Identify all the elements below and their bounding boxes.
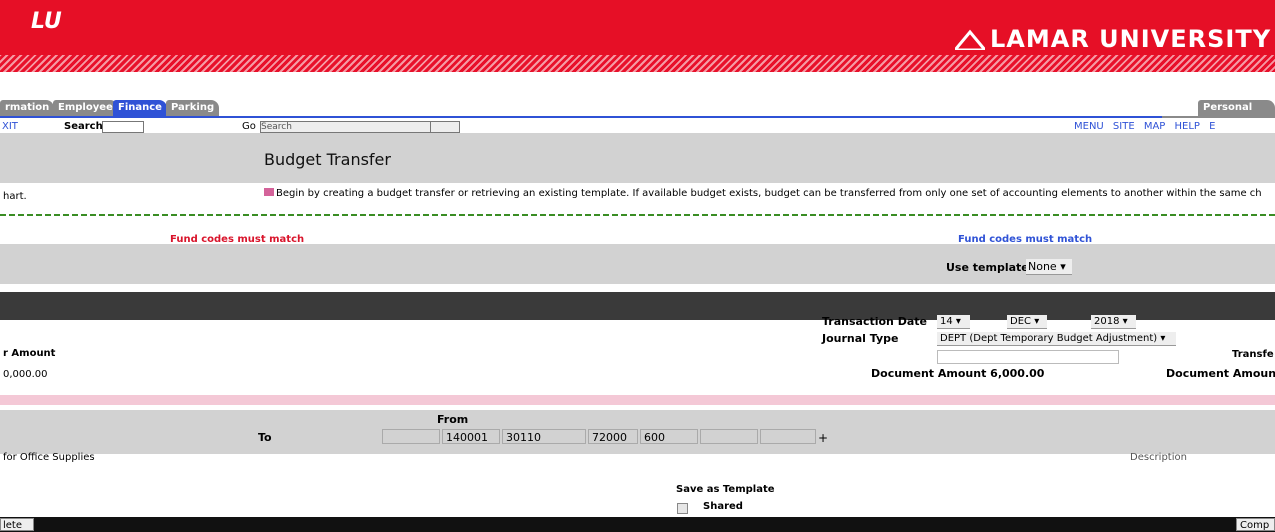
bottom-action-bar	[0, 517, 1275, 532]
use-template-value: None	[1028, 260, 1057, 273]
shared-checkbox[interactable]	[677, 503, 688, 514]
top-nav-links[interactable]: MENU SITE MAP HELP E	[1074, 121, 1215, 132]
amount-value: 0,000.00	[3, 369, 48, 380]
intro-text: Begin by creating a budget transfer or r…	[276, 188, 1262, 199]
go-label: Go	[242, 121, 256, 132]
to-actv-field[interactable]	[700, 429, 758, 444]
brand-name: LAMAR UNIVERSITY	[990, 25, 1272, 53]
chevron-down-icon: ▾	[1031, 316, 1040, 327]
transfer-amount-label: r Amount	[3, 348, 56, 359]
journal-type-label: Journal Type	[822, 332, 899, 345]
section-divider	[0, 292, 1275, 320]
use-template-select[interactable]: None ▾	[1026, 259, 1072, 275]
shared-label: Shared	[703, 501, 743, 512]
year-select[interactable]: 2018 ▾	[1091, 315, 1136, 329]
from-label: From	[437, 413, 469, 426]
tab-employee[interactable]: Employee	[53, 100, 118, 116]
university-logo[interactable]: LU	[31, 11, 71, 33]
document-amount: Document Amount 6,000.00	[871, 367, 1045, 380]
add-row-icon[interactable]: +	[818, 431, 828, 445]
month-select[interactable]: DEC ▾	[1007, 315, 1047, 329]
to-fund-field[interactable]: 140001	[442, 429, 500, 444]
brand-emblem-icon	[955, 29, 985, 50]
to-orgn-field[interactable]: 30110	[502, 429, 586, 444]
tab-finance[interactable]: Finance	[113, 100, 167, 116]
month-value: DEC	[1010, 316, 1032, 327]
template-band	[0, 244, 1275, 284]
delete-button[interactable]: lete	[0, 518, 34, 531]
tab-parking[interactable]: Parking	[166, 100, 220, 116]
page-title: Budget Transfer	[264, 150, 391, 169]
day-select[interactable]: 14 ▾	[937, 315, 970, 329]
column-header-row	[0, 395, 1275, 405]
tab-underline-right	[1162, 116, 1275, 118]
chevron-down-icon: ▾	[1119, 316, 1128, 327]
account-codes-note	[0, 211, 1275, 217]
description-label: Description	[1130, 452, 1187, 463]
transfer-label-right: Transfe	[1232, 349, 1274, 360]
to-acct-field[interactable]: 72000	[588, 429, 638, 444]
tab-information[interactable]: rmation	[0, 100, 55, 116]
to-prog-field[interactable]: 600	[640, 429, 698, 444]
chevron-down-icon: ▾	[1060, 260, 1066, 273]
journal-type-value: DEPT (Dept Temporary Budget Adjustment)	[940, 333, 1158, 344]
tab-personal-info[interactable]: Personal Info	[1198, 100, 1275, 129]
description-fragment: for Office Supplies	[3, 452, 95, 463]
day-value: 14	[940, 316, 953, 327]
note-strike-icon	[0, 214, 1275, 216]
exit-link[interactable]: XIT	[2, 121, 18, 132]
chevron-down-icon: ▾	[1157, 333, 1166, 344]
info-icon	[264, 188, 274, 196]
to-index-field[interactable]	[382, 429, 440, 444]
complete-button[interactable]: Comp	[1236, 518, 1275, 531]
site-search-input[interactable]: Search	[260, 121, 432, 133]
to-locn-field[interactable]	[760, 429, 816, 444]
search-label: Search	[64, 121, 103, 132]
document-amount-right: Document Amoun	[1166, 367, 1275, 380]
to-label: To	[258, 431, 272, 444]
transfer-amount-input[interactable]	[937, 350, 1119, 364]
chevron-down-icon: ▾	[952, 316, 961, 327]
use-template-label: Use template	[946, 261, 1029, 274]
journal-type-select[interactable]: DEPT (Dept Temporary Budget Adjustment) …	[937, 332, 1176, 346]
search-input[interactable]	[102, 121, 144, 133]
tab-underline	[0, 116, 1162, 118]
save-template-label: Save as Template	[676, 484, 775, 495]
transaction-date-label: Transaction Date	[822, 315, 927, 328]
title-band	[0, 133, 1275, 183]
year-value: 2018	[1094, 316, 1120, 327]
go-button[interactable]	[430, 121, 460, 133]
intro-fragment: hart.	[3, 191, 27, 202]
